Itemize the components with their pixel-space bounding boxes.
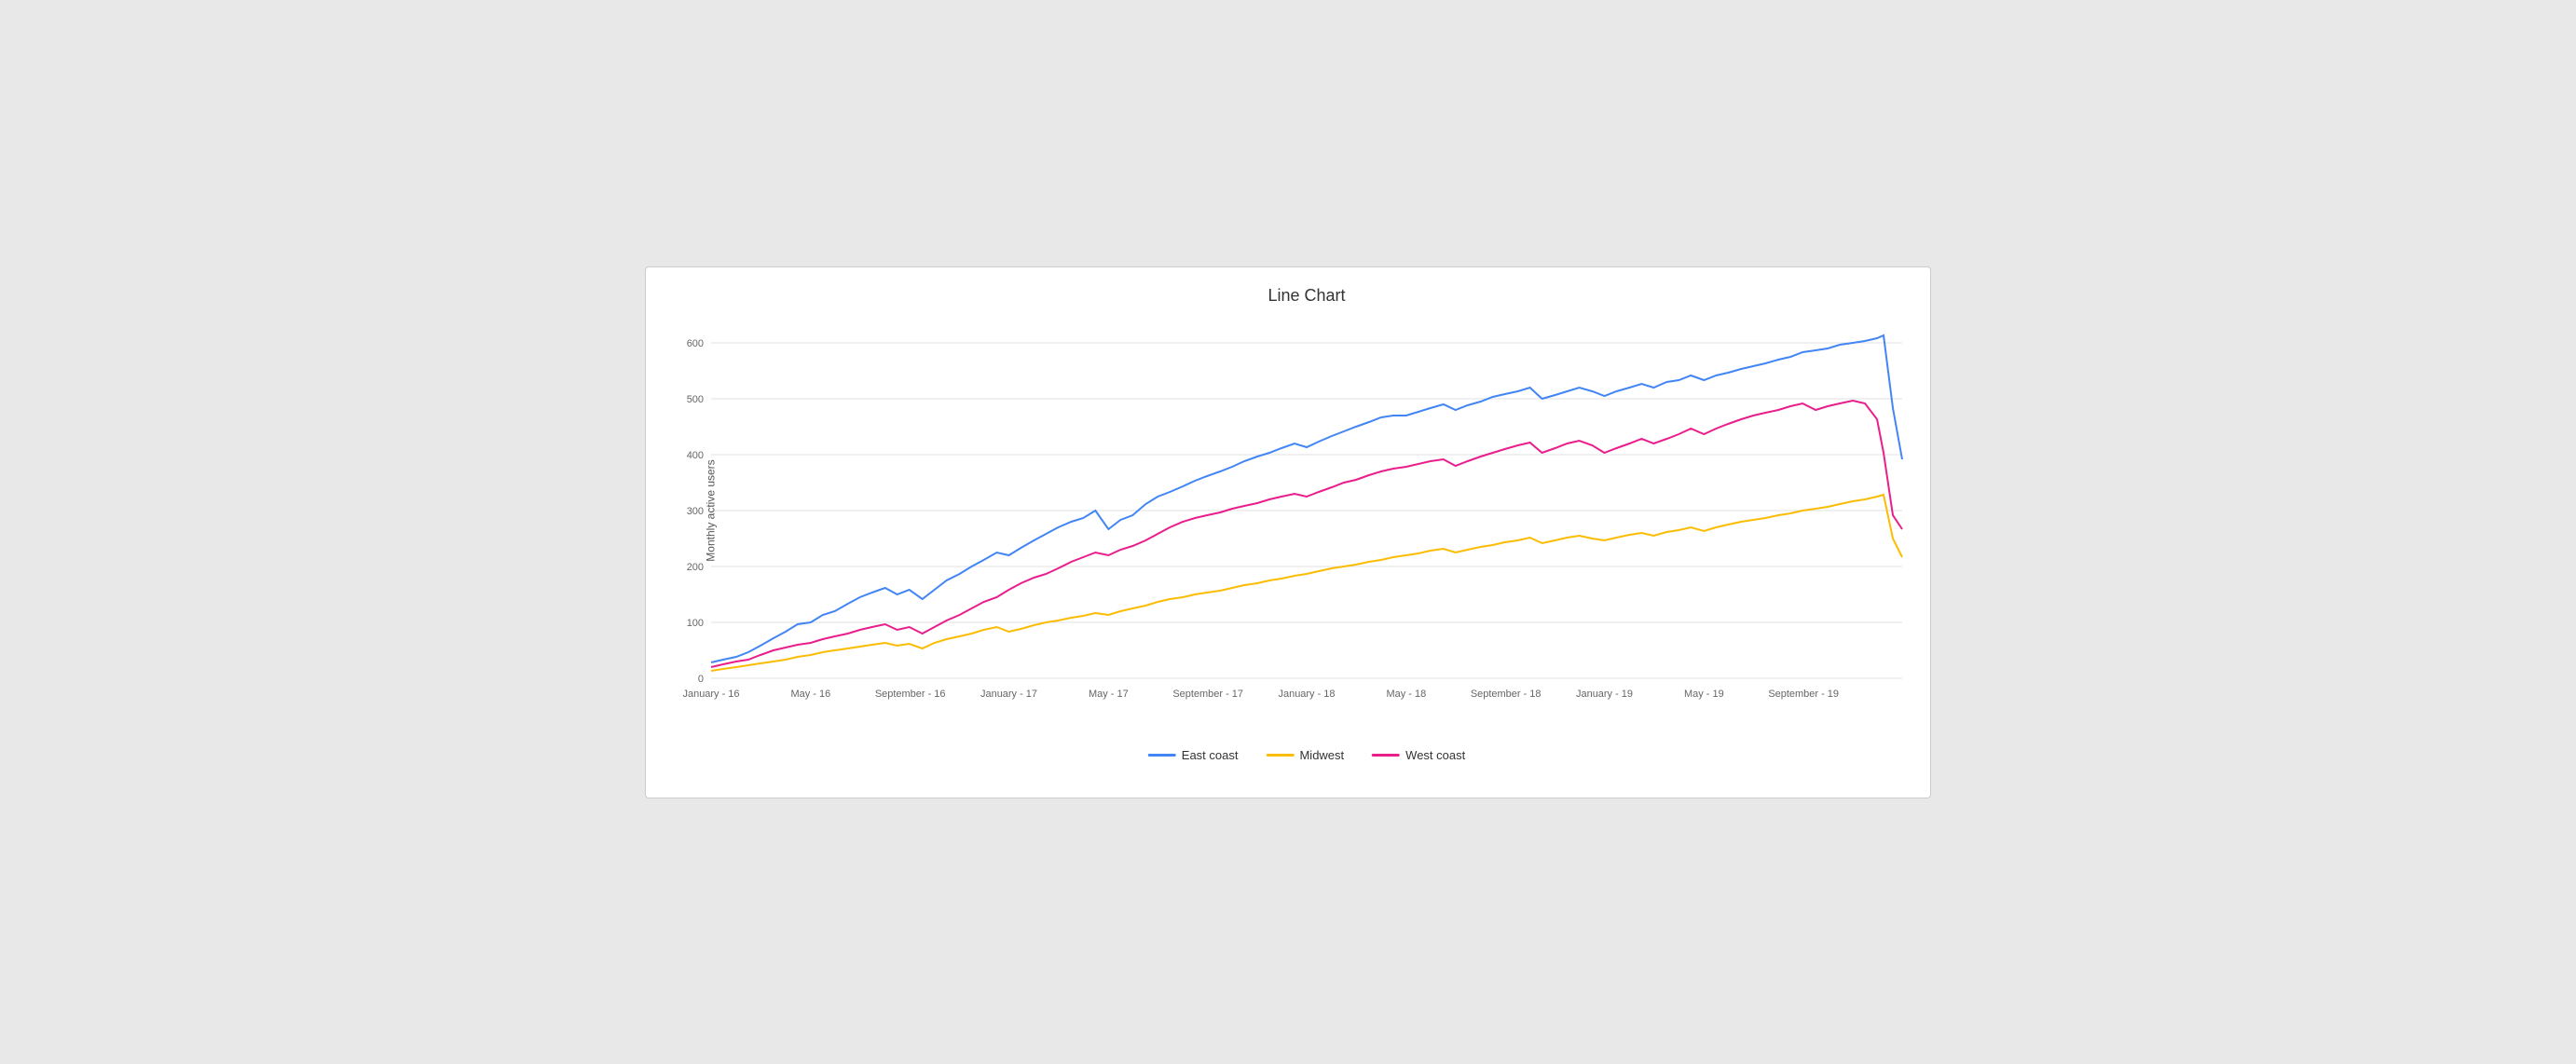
legend-label-east-coast: East coast	[1182, 748, 1239, 762]
svg-text:January - 18: January - 18	[1278, 688, 1335, 699]
svg-text:300: 300	[687, 505, 704, 516]
chart-area: Monthly active users .grid-line { stroke…	[711, 315, 1902, 706]
svg-text:200: 200	[687, 561, 704, 572]
svg-text:600: 600	[687, 337, 704, 348]
svg-text:September - 18: September - 18	[1471, 688, 1541, 699]
svg-text:0: 0	[698, 673, 704, 684]
svg-text:September - 19: September - 19	[1768, 688, 1839, 699]
legend-label-west-coast: West coast	[1405, 748, 1465, 762]
svg-text:500: 500	[687, 393, 704, 404]
y-axis-label: Monthly active users	[705, 459, 718, 561]
svg-text:400: 400	[687, 449, 704, 460]
legend-line-east-coast	[1148, 754, 1176, 757]
chart-legend: East coast Midwest West coast	[1148, 748, 1465, 762]
svg-text:January - 16: January - 16	[682, 688, 739, 699]
legend-item-west-coast: West coast	[1372, 748, 1465, 762]
svg-text:100: 100	[687, 617, 704, 628]
svg-text:May - 17: May - 17	[1089, 688, 1129, 699]
legend-line-west-coast	[1372, 754, 1400, 757]
svg-text:May - 16: May - 16	[790, 688, 830, 699]
chart-container: Line Chart Monthly active users .grid-li…	[645, 266, 1931, 798]
chart-svg: .grid-line { stroke: #e0e0e0; stroke-wid…	[711, 315, 1902, 706]
chart-title: Line Chart	[711, 286, 1902, 306]
legend-label-midwest: Midwest	[1299, 748, 1344, 762]
legend-item-east-coast: East coast	[1148, 748, 1239, 762]
svg-text:September - 16: September - 16	[875, 688, 946, 699]
legend-item-midwest: Midwest	[1266, 748, 1344, 762]
svg-text:May - 18: May - 18	[1386, 688, 1426, 699]
legend-line-midwest	[1266, 754, 1294, 757]
svg-text:September - 17: September - 17	[1172, 688, 1243, 699]
svg-text:January - 19: January - 19	[1576, 688, 1633, 699]
svg-text:May - 19: May - 19	[1684, 688, 1724, 699]
svg-text:January - 17: January - 17	[980, 688, 1037, 699]
